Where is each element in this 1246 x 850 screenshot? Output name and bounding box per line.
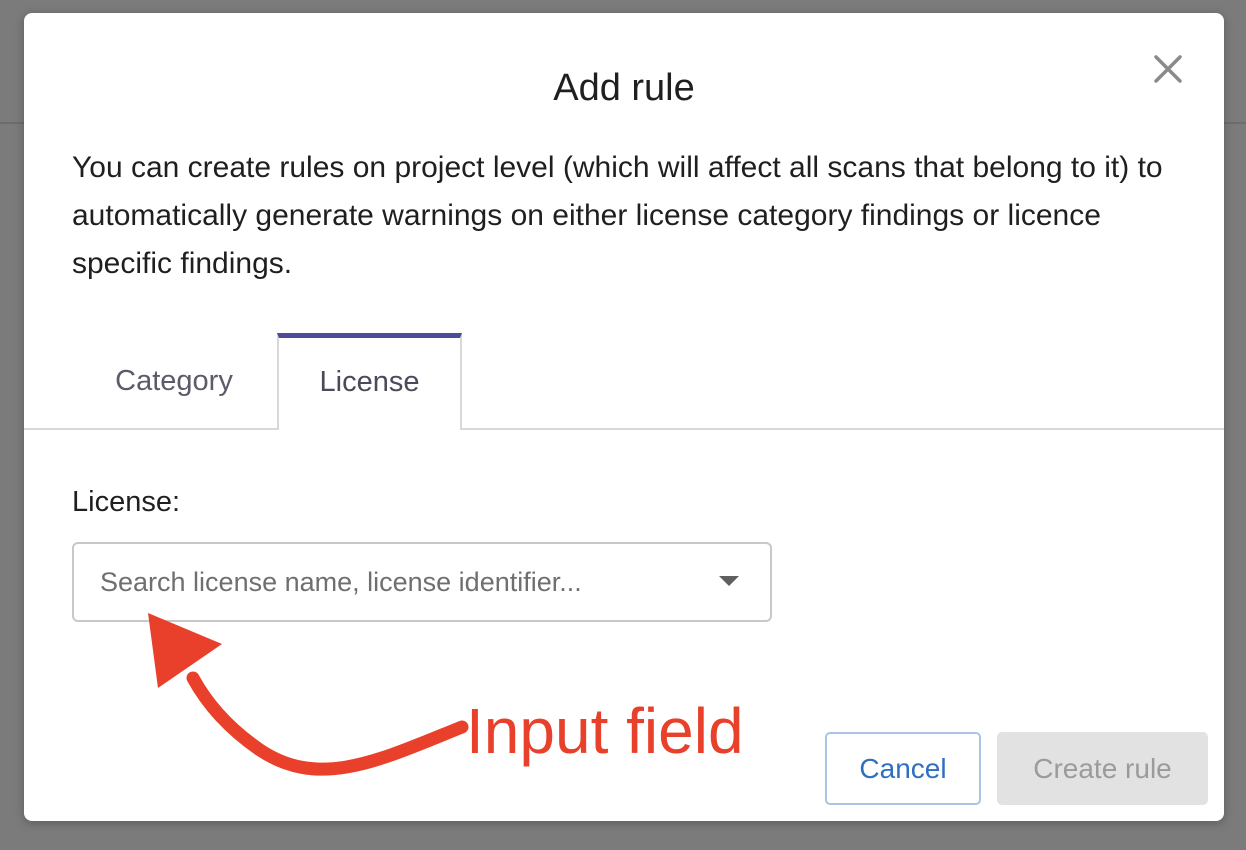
cancel-button[interactable]: Cancel xyxy=(825,732,981,805)
rule-type-tabs: Category License xyxy=(24,333,1224,430)
license-select[interactable] xyxy=(72,542,772,622)
annotation-label: Input field xyxy=(466,695,744,767)
create-rule-button[interactable]: Create rule xyxy=(997,732,1208,805)
dialog-description: You can create rules on project level (w… xyxy=(72,151,1163,280)
license-field-label: License: xyxy=(72,486,181,518)
license-search-input[interactable] xyxy=(100,562,700,602)
dialog-title: Add rule xyxy=(553,67,695,109)
tab-license[interactable]: License xyxy=(277,333,462,430)
close-icon xyxy=(1154,55,1182,83)
chevron-down-icon[interactable] xyxy=(719,576,739,586)
close-button[interactable] xyxy=(1150,51,1186,87)
tab-category[interactable]: Category xyxy=(84,333,264,430)
